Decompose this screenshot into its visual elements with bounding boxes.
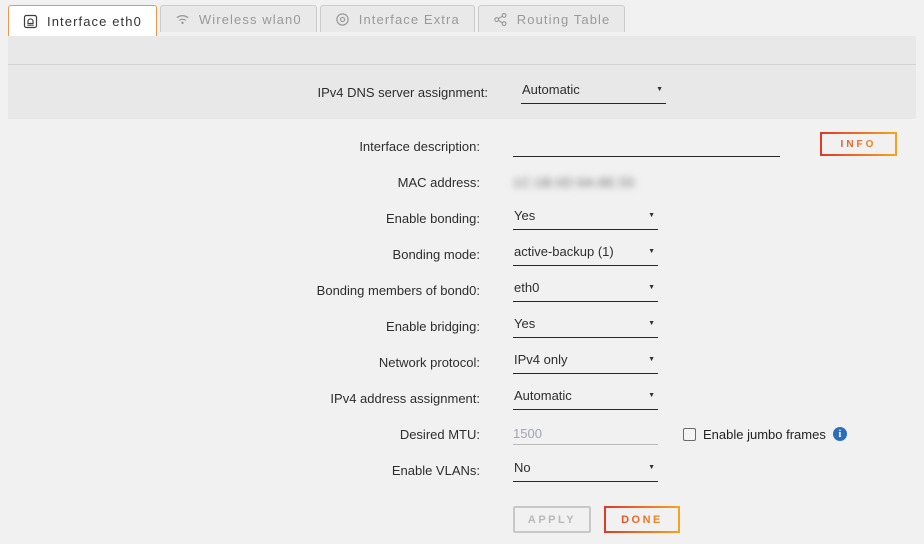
dns-assignment-select[interactable]: Automatic ▼ [521,81,666,104]
form-row-network-protocol: Network protocol: IPv4 only ▼ [0,344,924,380]
select-value: Automatic [514,388,572,403]
mtu-label: Desired MTU: [0,427,480,442]
enable-vlans-select[interactable]: No ▼ [513,459,658,482]
form-row-enable-bridging: Enable bridging: Yes ▼ [0,308,924,344]
wifi-icon [175,12,190,27]
done-button[interactable]: DONE [604,506,680,533]
info-button[interactable]: INFO [820,132,897,156]
panel-top-strip [8,36,916,65]
mac-label: MAC address: [0,175,480,190]
tab-interface-extra[interactable]: Interface Extra [320,5,475,32]
select-value: IPv4 only [514,352,567,367]
tab-label: Routing Table [517,12,611,27]
chevron-down-icon: ▼ [648,248,655,255]
select-value: eth0 [514,280,539,295]
ipv4-assignment-select[interactable]: Automatic ▼ [513,387,658,410]
apply-button[interactable]: APPLY [513,506,591,533]
tab-label: Interface Extra [359,12,460,27]
dns-panel: IPv4 DNS server assignment: Automatic ▼ [8,36,916,119]
dns-assignment-label: IPv4 DNS server assignment: [8,85,488,100]
network-protocol-select[interactable]: IPv4 only ▼ [513,351,658,374]
enable-bonding-select[interactable]: Yes ▼ [513,207,658,230]
chevron-down-icon: ▼ [648,212,655,219]
form-row-enable-bonding: Enable bonding: Yes ▼ [0,200,924,236]
info-icon[interactable]: i [833,427,847,441]
tab-label: Wireless wlan0 [199,12,302,27]
form-row-mtu: Desired MTU: Enable jumbo frames i [0,416,924,452]
interface-form: Interface description: INFO MAC address:… [0,119,924,533]
ethernet-icon [23,14,38,29]
chevron-down-icon: ▼ [648,320,655,327]
tab-interface-eth0[interactable]: Interface eth0 [8,5,157,36]
dns-row: IPv4 DNS server assignment: Automatic ▼ [8,65,916,119]
bonding-members-label: Bonding members of bond0: [0,283,480,298]
description-label: Interface description: [0,139,480,154]
bonding-mode-label: Bonding mode: [0,247,480,262]
mtu-input [513,423,658,445]
jumbo-frames-group: Enable jumbo frames i [683,427,847,442]
disc-icon [335,12,350,27]
jumbo-frames-checkbox[interactable] [683,428,696,441]
form-row-enable-vlans: Enable VLANs: No ▼ [0,452,924,488]
form-row-ipv4-assignment: IPv4 address assignment: Automatic ▼ [0,380,924,416]
enable-bridging-label: Enable bridging: [0,319,480,334]
select-value: No [514,460,531,475]
form-row-mac: MAC address: 1C:1B:0D:9A:8E:55 [0,164,924,200]
enable-bonding-label: Enable bonding: [0,211,480,226]
chevron-down-icon: ▼ [648,392,655,399]
select-value: Automatic [522,82,580,97]
bonding-mode-select[interactable]: active-backup (1) ▼ [513,243,658,266]
share-nodes-icon [493,12,508,27]
enable-vlans-label: Enable VLANs: [0,463,480,478]
select-value: Yes [514,208,535,223]
chevron-down-icon: ▼ [648,464,655,471]
tab-wireless-wlan0[interactable]: Wireless wlan0 [160,5,317,32]
network-protocol-label: Network protocol: [0,355,480,370]
tab-label: Interface eth0 [47,14,142,29]
select-value: Yes [514,316,535,331]
form-row-bonding-members: Bonding members of bond0: eth0 ▼ [0,272,924,308]
select-value: active-backup (1) [514,244,614,259]
bonding-members-select[interactable]: eth0 ▼ [513,279,658,302]
chevron-down-icon: ▼ [656,86,663,93]
form-row-description: Interface description: INFO [0,128,924,164]
mac-value-redacted: 1C:1B:0D:9A:8E:55 [513,175,635,190]
form-row-bonding-mode: Bonding mode: active-backup (1) ▼ [0,236,924,272]
jumbo-frames-label: Enable jumbo frames [703,427,826,442]
chevron-down-icon: ▼ [648,284,655,291]
ipv4-assignment-label: IPv4 address assignment: [0,391,480,406]
description-input[interactable] [513,135,780,157]
tab-routing-table[interactable]: Routing Table [478,5,626,32]
chevron-down-icon: ▼ [648,356,655,363]
enable-bridging-select[interactable]: Yes ▼ [513,315,658,338]
tab-bar: Interface eth0 Wireless wlan0 Interface … [0,0,924,36]
action-buttons: APPLY DONE [513,506,924,533]
